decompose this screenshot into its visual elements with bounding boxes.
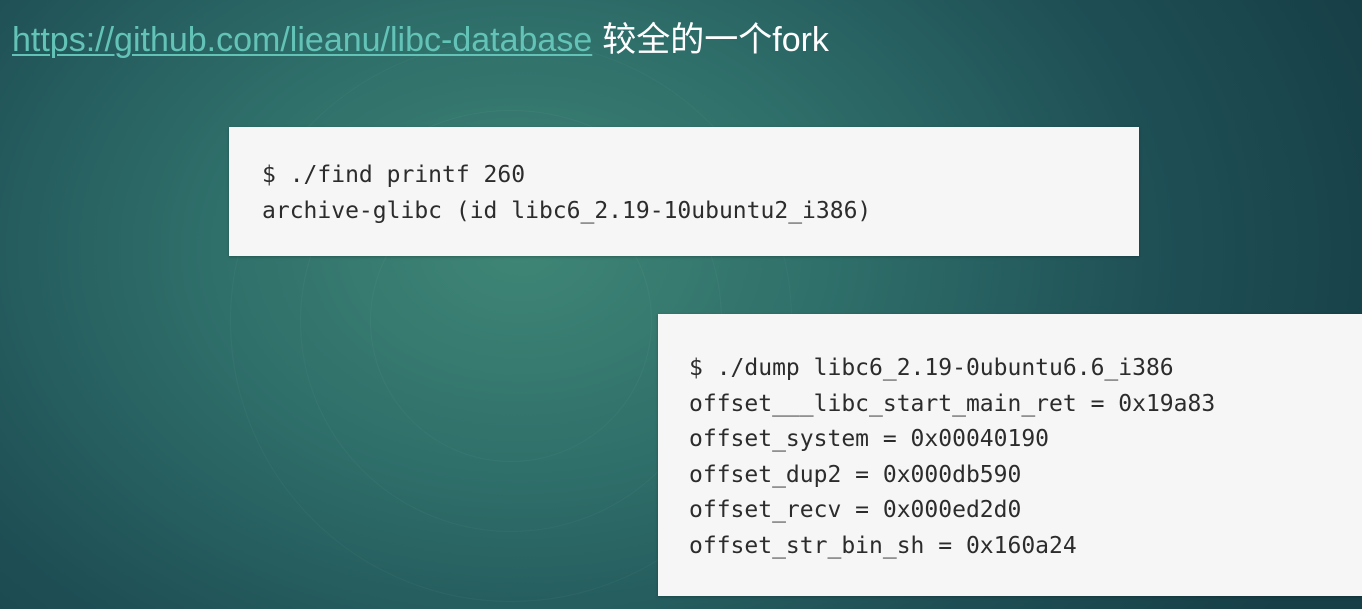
code-line-offset-str-bin-sh: offset_str_bin_sh = 0x160a24 bbox=[689, 532, 1077, 559]
title-suffix: 较全的一个fork bbox=[602, 21, 829, 59]
code-line-offset-dup2: offset_dup2 = 0x000db590 bbox=[689, 461, 1022, 488]
code-line-find-result: archive-glibc (id libc6_2.19-10ubuntu2_i… bbox=[262, 197, 872, 224]
code-line-offset-system: offset_system = 0x00040190 bbox=[689, 426, 1050, 452]
code-line-dump-command: $ ./dump libc6_2.19-0ubuntu6.6_i386 bbox=[689, 355, 1174, 381]
github-link[interactable]: https://github.com/lieanu/libc-database bbox=[12, 21, 592, 59]
code-line-find-command: $ ./find printf 260 bbox=[262, 162, 526, 188]
slide-title: https://github.com/lieanu/libc-database 较… bbox=[12, 18, 829, 62]
code-line-offset-recv: offset_recv = 0x000ed2d0 bbox=[689, 497, 1022, 523]
dump-command-output: $ ./dump libc6_2.19-0ubuntu6.6_i386 offs… bbox=[658, 314, 1362, 596]
find-command-output: $ ./find printf 260 archive-glibc (id li… bbox=[229, 127, 1139, 256]
code-line-offset-libc-start-main-ret: offset___libc_start_main_ret = 0x19a83 bbox=[689, 390, 1216, 417]
